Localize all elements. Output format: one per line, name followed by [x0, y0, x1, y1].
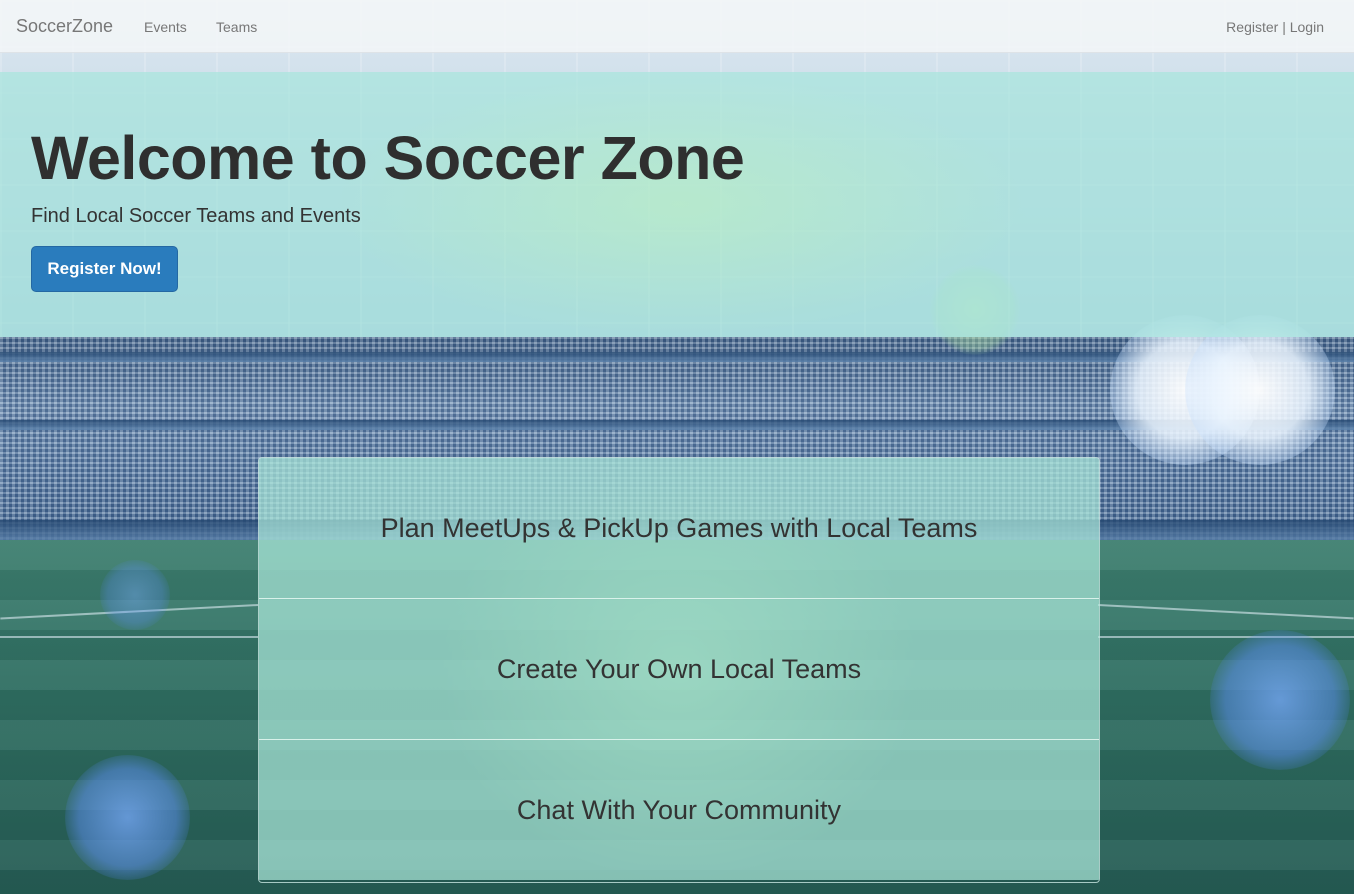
feature-list: Plan MeetUps & PickUp Games with Local T… — [258, 457, 1100, 883]
brand-logo-link[interactable]: SoccerZone — [16, 16, 113, 37]
auth-links: Register | Login — [1226, 19, 1324, 35]
login-link[interactable]: Login — [1290, 19, 1324, 35]
top-navbar: SoccerZone Events Teams Register | Login — [0, 0, 1354, 53]
feature-item-chat: Chat With Your Community — [259, 739, 1099, 880]
light-flare — [1185, 315, 1335, 465]
light-flare — [65, 755, 190, 880]
auth-separator: | — [1282, 19, 1286, 35]
light-flare — [1210, 630, 1350, 770]
register-now-button[interactable]: Register Now! — [31, 246, 178, 292]
hero-glow — [330, 72, 1030, 337]
hero-subtitle: Find Local Soccer Teams and Events — [31, 205, 361, 227]
hero-jumbotron: Welcome to Soccer Zone Find Local Soccer… — [0, 72, 1354, 337]
field-line — [1098, 636, 1354, 638]
feature-item-create-teams: Create Your Own Local Teams — [259, 598, 1099, 739]
nav-link-events[interactable]: Events — [144, 19, 187, 35]
light-flare — [100, 560, 170, 630]
field-line — [0, 636, 258, 638]
nav-link-teams[interactable]: Teams — [216, 19, 257, 35]
hero-title: Welcome to Soccer Zone — [31, 124, 745, 192]
feature-item-meetups: Plan MeetUps & PickUp Games with Local T… — [259, 458, 1099, 598]
register-link[interactable]: Register — [1226, 19, 1278, 35]
